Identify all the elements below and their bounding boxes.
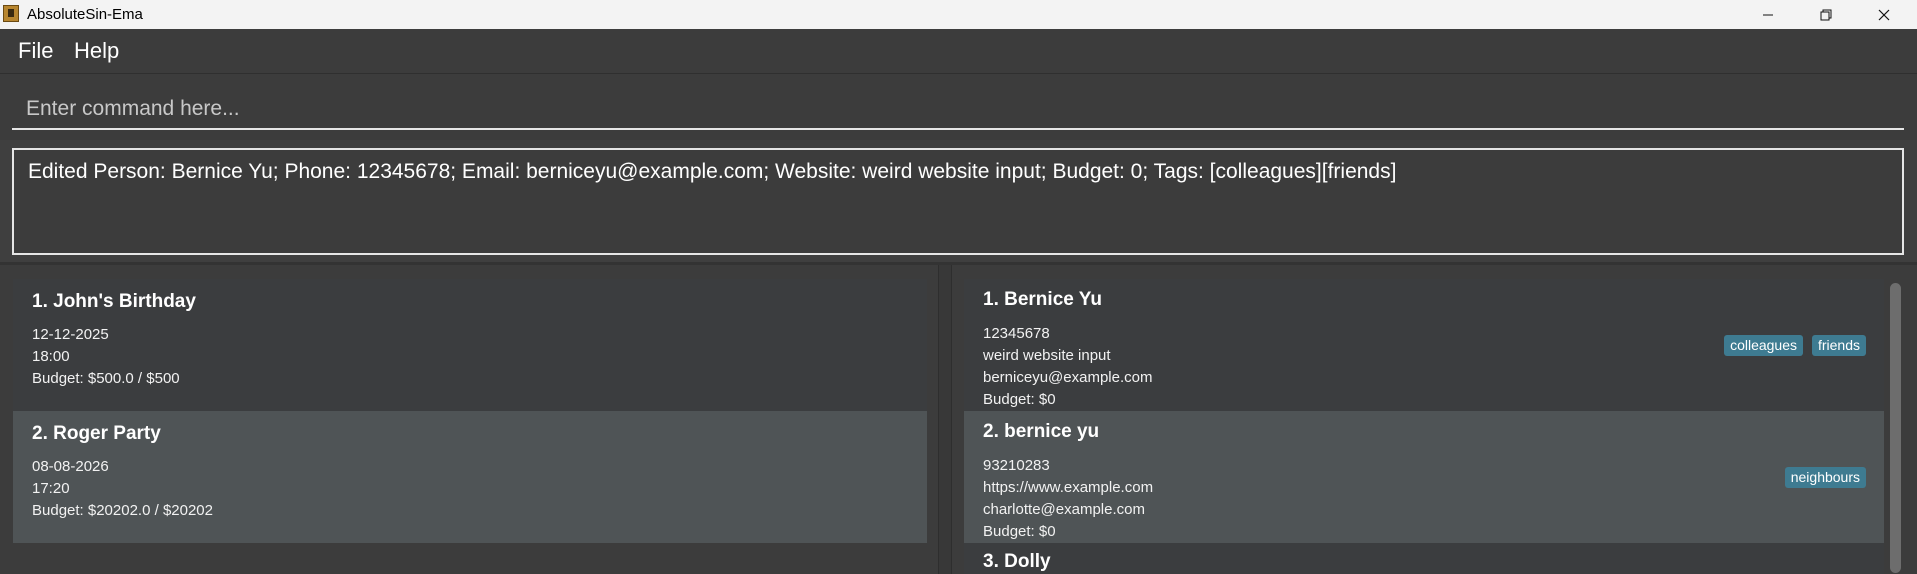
event-time: 17:20 (32, 480, 70, 497)
person-list-scrollbar[interactable] (1890, 283, 1901, 573)
restore-icon[interactable] (1797, 0, 1855, 29)
event-date: 08-08-2026 (32, 458, 109, 475)
event-list-panel: 1. John's Birthday 12-12-2025 18:00 Budg… (0, 265, 938, 574)
app-icon (3, 5, 19, 22)
person-phone: 93210283 (983, 457, 1050, 474)
tag-badge: neighbours (1784, 467, 1866, 488)
person-website: https://www.example.com (983, 479, 1154, 496)
event-card[interactable]: 1. John's Birthday 12-12-2025 18:00 Budg… (13, 279, 927, 411)
event-budget: Budget: $20202.0 / $20202 (32, 502, 213, 519)
person-name: 2. bernice yu (983, 421, 1100, 442)
event-title: 1. John's Birthday (32, 291, 196, 312)
close-icon[interactable] (1855, 0, 1913, 29)
menu-file[interactable]: File (18, 38, 53, 64)
person-budget: Budget: $0 (983, 523, 1056, 540)
person-phone: 12345678 (983, 325, 1050, 342)
menu-help[interactable]: Help (74, 38, 119, 64)
menu-bar: File Help (0, 29, 1917, 74)
person-card[interactable]: 2. bernice yu 93210283 https://www.examp… (964, 411, 1884, 543)
result-display: Edited Person: Bernice Yu; Phone: 123456… (12, 148, 1904, 255)
command-box (0, 74, 1917, 140)
tag-badge: colleagues (1724, 335, 1803, 356)
person-email: berniceyu@example.com (983, 369, 1153, 386)
person-email: charlotte@example.com (983, 501, 1145, 518)
title-bar: AbsoluteSin-Ema (0, 0, 1917, 29)
minimize-icon[interactable] (1739, 0, 1797, 29)
event-date: 12-12-2025 (32, 326, 109, 343)
command-input[interactable] (12, 90, 1904, 130)
event-card[interactable]: 2. Roger Party 08-08-2026 17:20 Budget: … (13, 411, 927, 543)
window-title: AbsoluteSin-Ema (27, 6, 143, 23)
split-pane-divider[interactable] (938, 265, 952, 574)
tag-badge: friends (1811, 335, 1866, 356)
person-website: weird website input (983, 347, 1111, 364)
event-time: 18:00 (32, 348, 70, 365)
result-text: Edited Person: Bernice Yu; Phone: 123456… (28, 160, 1397, 183)
person-name: 3. Dolly (983, 551, 1051, 572)
person-budget: Budget: $0 (983, 391, 1056, 408)
event-title: 2. Roger Party (32, 423, 161, 444)
person-name: 1. Bernice Yu (983, 289, 1102, 310)
person-card[interactable]: 1. Bernice Yu 12345678 weird website inp… (964, 279, 1884, 411)
person-list-panel: 1. Bernice Yu 12345678 weird website inp… (952, 265, 1917, 574)
person-card[interactable]: 3. Dolly (964, 543, 1884, 574)
event-budget: Budget: $500.0 / $500 (32, 370, 180, 387)
